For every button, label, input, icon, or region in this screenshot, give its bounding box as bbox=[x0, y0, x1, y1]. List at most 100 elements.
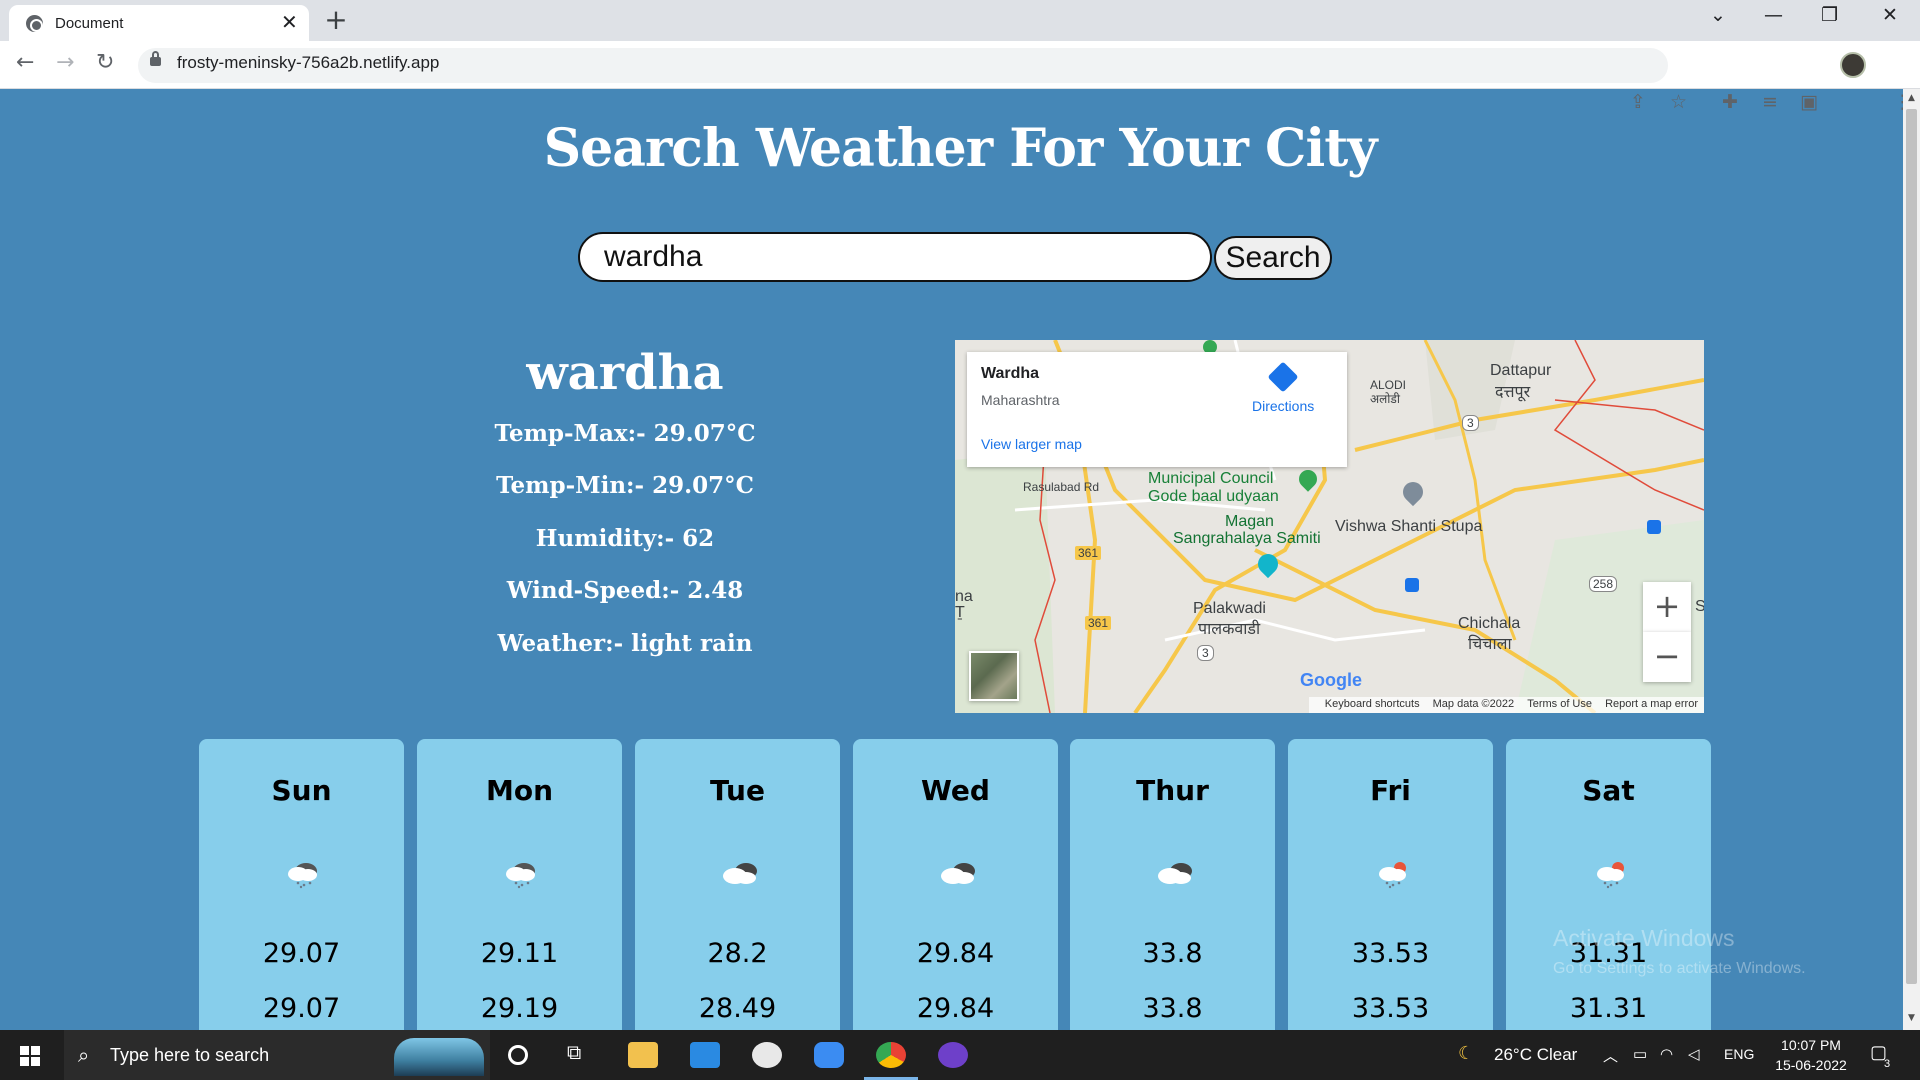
tab-search-icon[interactable]: ⌄ bbox=[1710, 4, 1726, 26]
forecast-day: Thur bbox=[1136, 774, 1209, 807]
share-icon[interactable]: ⇪ bbox=[1630, 91, 1646, 113]
google-logo: Google bbox=[1300, 670, 1362, 690]
directions-icon[interactable] bbox=[1267, 361, 1299, 393]
weather-description: Weather:- light rain bbox=[497, 630, 753, 657]
notification-count: 3 bbox=[1884, 1058, 1891, 1070]
zoom-out-button[interactable]: − bbox=[1643, 632, 1691, 682]
moon-weather-icon[interactable]: ☾ bbox=[1458, 1043, 1474, 1064]
taskbar-weather[interactable]: 26°C Clear bbox=[1494, 1045, 1577, 1065]
satellite-toggle[interactable] bbox=[969, 651, 1019, 701]
forecast-min-temp: 31.31 bbox=[1569, 993, 1648, 1024]
tab-close-icon[interactable]: ✕ bbox=[281, 11, 298, 33]
activate-windows-subtitle: Go to Settings to activate Windows. bbox=[1553, 960, 1806, 977]
show-hidden-icons-icon[interactable]: ︿ bbox=[1603, 1045, 1618, 1066]
map-label-s: S bbox=[1695, 598, 1704, 615]
taskbar-clock[interactable]: 10:07 PM 15-06-2022 bbox=[1770, 1035, 1852, 1075]
reading-list-icon[interactable]: ≡ bbox=[1762, 91, 1778, 113]
map-label-chichala: Chichala bbox=[1458, 615, 1521, 632]
forecast-max-temp: 33.53 bbox=[1351, 938, 1430, 969]
rain-cloud-icon bbox=[506, 863, 535, 889]
new-tab-button[interactable]: + bbox=[318, 6, 354, 36]
lock-icon[interactable] bbox=[150, 51, 161, 66]
map-label-dattapur: Dattapur bbox=[1490, 362, 1552, 379]
reload-button[interactable]: ↻ bbox=[96, 51, 114, 75]
map-footer: Keyboard shortcuts Map data ©2022 Terms … bbox=[1308, 697, 1704, 713]
terms-link[interactable]: Terms of Use bbox=[1527, 698, 1592, 710]
bookmark-star-icon[interactable]: ☆ bbox=[1670, 91, 1687, 113]
back-button[interactable]: ← bbox=[16, 51, 34, 75]
sun-rain-icon bbox=[1597, 862, 1624, 889]
vscode-icon[interactable] bbox=[690, 1042, 720, 1068]
globe-icon bbox=[26, 15, 43, 32]
google-map[interactable]: Dattapur दत्तपूर ALODI अलोडी Rasulabad R… bbox=[955, 340, 1704, 713]
scroll-down-icon[interactable]: ▼ bbox=[1903, 1013, 1920, 1023]
directions-link[interactable]: Directions bbox=[1252, 398, 1314, 414]
scroll-thumb[interactable] bbox=[1906, 109, 1917, 984]
url-text[interactable]: frosty-meninsky-756a2b.netlify.app bbox=[177, 53, 439, 73]
page-title: Search Weather For Your City bbox=[543, 118, 1378, 179]
search-button[interactable]: Search bbox=[1214, 236, 1332, 280]
search-icon: ⌕ bbox=[78, 1043, 90, 1067]
github-desktop-icon[interactable] bbox=[938, 1042, 968, 1068]
rain-cloud-icon bbox=[288, 863, 317, 889]
search-highlight-image bbox=[394, 1038, 484, 1076]
forecast-day: Sun bbox=[271, 774, 332, 807]
taskbar-search-placeholder: Type here to search bbox=[110, 1045, 270, 1065]
activate-windows-title: Activate Windows bbox=[1553, 925, 1735, 951]
zoom-icon[interactable] bbox=[814, 1042, 844, 1068]
forecast-min-temp: 29.19 bbox=[480, 993, 559, 1024]
windows-taskbar: ⌕ Type here to search ⧉ ☾ 26°C Clear ︿ ▭… bbox=[0, 1030, 1920, 1080]
task-view-icon[interactable]: ⧉ bbox=[567, 1042, 581, 1065]
bus-stop-icon[interactable] bbox=[1405, 578, 1419, 592]
map-label-na-2: Ṯ bbox=[955, 604, 965, 621]
volume-icon[interactable]: ◁ bbox=[1688, 1045, 1700, 1063]
forecast-min-temp: 29.84 bbox=[916, 993, 995, 1024]
forward-button[interactable]: → bbox=[56, 51, 74, 75]
browser-tab[interactable]: Document ✕ bbox=[9, 5, 309, 41]
file-explorer-icon[interactable] bbox=[628, 1042, 658, 1068]
city-search-input[interactable] bbox=[578, 232, 1212, 282]
report-error-link[interactable]: Report a map error bbox=[1605, 698, 1698, 710]
map-label-magan-samiti: Sangrahalaya Samiti bbox=[1173, 530, 1321, 547]
slack-icon[interactable] bbox=[752, 1042, 782, 1068]
forecast-card: Mon 29.11 29.19 bbox=[417, 739, 622, 1079]
page-scrollbar[interactable]: ▲ ▼ bbox=[1903, 89, 1920, 1030]
close-window-button[interactable]: ✕ bbox=[1882, 4, 1898, 26]
keyboard-shortcuts-link[interactable]: Keyboard shortcuts bbox=[1325, 698, 1420, 710]
cloudy-icon bbox=[941, 863, 975, 884]
minimize-button[interactable]: — bbox=[1764, 4, 1783, 26]
forecast-day: Fri bbox=[1370, 774, 1411, 807]
road-shield-258: 258 bbox=[1589, 576, 1618, 592]
map-place-card: Wardha Maharashtra View larger map Direc… bbox=[967, 352, 1347, 467]
taskbar-search-box[interactable]: ⌕ Type here to search bbox=[64, 1030, 490, 1080]
language-indicator[interactable]: ENG bbox=[1724, 1046, 1754, 1062]
cortana-icon[interactable] bbox=[508, 1045, 528, 1065]
map-data-credit: Map data ©2022 bbox=[1432, 698, 1515, 710]
forecast-min-temp: 29.07 bbox=[262, 993, 341, 1024]
road-shield-3-b: 3 bbox=[1462, 415, 1479, 431]
map-label-palakwadi-hi: पालकवाडी bbox=[1198, 621, 1261, 638]
side-panel-icon[interactable]: ▣ bbox=[1800, 91, 1818, 113]
restore-button[interactable]: ❐ bbox=[1821, 4, 1838, 26]
wifi-icon[interactable]: ◠ bbox=[1660, 1045, 1673, 1063]
map-label-chichala-hi: चिचाला bbox=[1468, 636, 1512, 653]
windows-start-icon[interactable] bbox=[20, 1046, 40, 1066]
chrome-icon[interactable] bbox=[876, 1042, 906, 1068]
zoom-in-button[interactable]: + bbox=[1643, 582, 1691, 632]
bus-stop-icon[interactable] bbox=[1647, 520, 1661, 534]
cloudy-icon bbox=[1158, 863, 1192, 884]
forecast-card: Sun 29.07 29.07 bbox=[199, 739, 404, 1079]
map-place-region: Maharashtra bbox=[981, 392, 1060, 408]
cloudy-icon bbox=[723, 863, 757, 884]
forecast-card: Tue 28.2 28.49 bbox=[635, 739, 840, 1079]
map-label-vishwa-shanti: Vishwa Shanti Stupa bbox=[1335, 518, 1483, 535]
battery-icon[interactable]: ▭ bbox=[1633, 1045, 1647, 1063]
profile-avatar[interactable] bbox=[1840, 52, 1866, 78]
forecast-min-temp: 28.49 bbox=[698, 993, 777, 1024]
forecast-max-temp: 29.84 bbox=[916, 938, 995, 969]
view-larger-map-link[interactable]: View larger map bbox=[981, 436, 1082, 452]
extensions-icon[interactable]: ✚ bbox=[1722, 91, 1738, 113]
road-shield-361-b: 361 bbox=[1085, 616, 1112, 630]
scroll-up-icon[interactable]: ▲ bbox=[1903, 93, 1920, 103]
clock-time: 10:07 PM bbox=[1781, 1037, 1841, 1053]
